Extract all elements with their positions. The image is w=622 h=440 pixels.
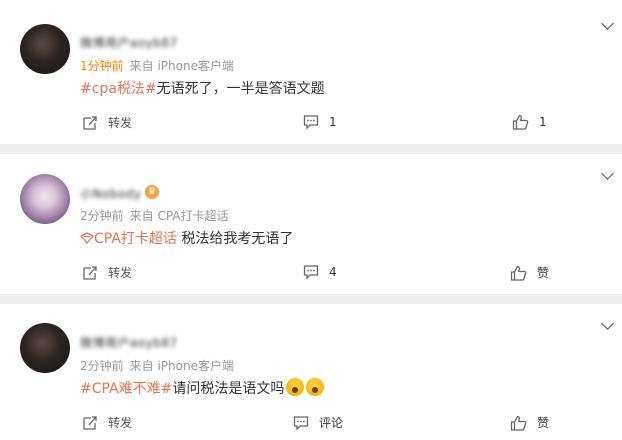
post-text: #cpa税法#无语死了，一半是答语文题 [80, 78, 325, 98]
divider [0, 294, 622, 304]
post-meta: 2分钟前 来自 CPA打卡超话 [80, 207, 229, 224]
username[interactable]: 微博用户aoyb87 [80, 34, 178, 51]
vip-crown-icon[interactable]: ♛ [145, 185, 159, 199]
repost-button[interactable]: 转发 [82, 114, 132, 131]
like-count: 1 [539, 115, 547, 129]
avatar[interactable] [20, 174, 70, 224]
repost-label: 转发 [108, 266, 133, 280]
post-source: 来自 iPhone客户端 [129, 59, 234, 73]
post-time[interactable]: 2分钟前 [80, 209, 124, 223]
post-body: 请问税法是语文吗 [172, 381, 285, 397]
comment-label: 评论 [319, 416, 344, 430]
post-meta: 1分钟前 来自 iPhone客户端 [80, 57, 234, 74]
comment-icon [303, 115, 319, 130]
avatar[interactable] [20, 323, 70, 373]
topic-tag[interactable]: CPA打卡超话 [94, 231, 177, 247]
comment-icon [303, 265, 319, 280]
post-card: 微博用户aoyb87 1分钟前 来自 iPhone客户端 #cpa税法#无语死了，… [0, 0, 622, 144]
like-icon [512, 114, 529, 130]
divider [0, 144, 622, 154]
repost-button[interactable]: 转发 [82, 414, 132, 431]
like-button[interactable]: 赞 [510, 264, 549, 281]
like-label: 赞 [537, 266, 550, 280]
super-topic-icon [80, 232, 94, 244]
comment-button[interactable]: 4 [303, 264, 337, 280]
like-button[interactable]: 1 [512, 114, 547, 130]
repost-icon [83, 415, 97, 430]
fearful-emoji-icon [286, 378, 305, 396]
post-time[interactable]: 2分钟前 [80, 359, 124, 373]
repost-button[interactable]: 转发 [82, 264, 132, 281]
post-text: #CPA难不难#请问税法是语文吗 [80, 378, 325, 398]
like-icon [510, 265, 527, 281]
post-source: 来自 iPhone客户端 [129, 359, 234, 373]
like-label: 赞 [537, 416, 550, 430]
fearful-emoji-icon [306, 378, 325, 396]
comment-button[interactable]: 1 [303, 114, 337, 130]
post-text: CPA打卡超话 税法给我考无语了 [80, 228, 293, 248]
topic-tag[interactable]: #CPA难不难# [80, 381, 172, 397]
repost-icon [83, 265, 97, 280]
post-time[interactable]: 1分钟前 [80, 59, 124, 73]
comment-count: 1 [329, 115, 337, 129]
avatar[interactable] [20, 24, 70, 74]
username[interactable]: 小Nobody [80, 185, 142, 202]
comment-count: 4 [329, 265, 337, 279]
expand-chevron-icon[interactable] [601, 167, 614, 180]
post-meta: 2分钟前 来自 iPhone客户端 [80, 357, 234, 374]
topic-tag[interactable]: #cpa税法# [80, 81, 157, 97]
repost-label: 转发 [108, 116, 133, 130]
comment-icon [293, 415, 309, 431]
like-button[interactable]: 赞 [510, 414, 549, 431]
repost-label: 转发 [108, 416, 133, 430]
post-card: 微博用户aoyb87 2分钟前 来自 iPhone客户端 #CPA难不难#请问税法… [0, 304, 622, 440]
post-card: 小Nobody ♛ 2分钟前 来自 CPA打卡超话 CPA打卡超话 税法给我考无语… [0, 154, 622, 294]
username[interactable]: 微博用户aoyb87 [80, 334, 178, 351]
expand-chevron-icon[interactable] [601, 17, 614, 30]
expand-chevron-icon[interactable] [601, 317, 614, 330]
post-body: 无语死了，一半是答语文题 [156, 81, 325, 97]
comment-button[interactable]: 评论 [293, 414, 343, 431]
post-body: 税法给我考无语了 [176, 231, 294, 247]
like-icon [510, 415, 527, 431]
post-source[interactable]: 来自 CPA打卡超话 [130, 209, 229, 223]
repost-icon [83, 115, 97, 130]
